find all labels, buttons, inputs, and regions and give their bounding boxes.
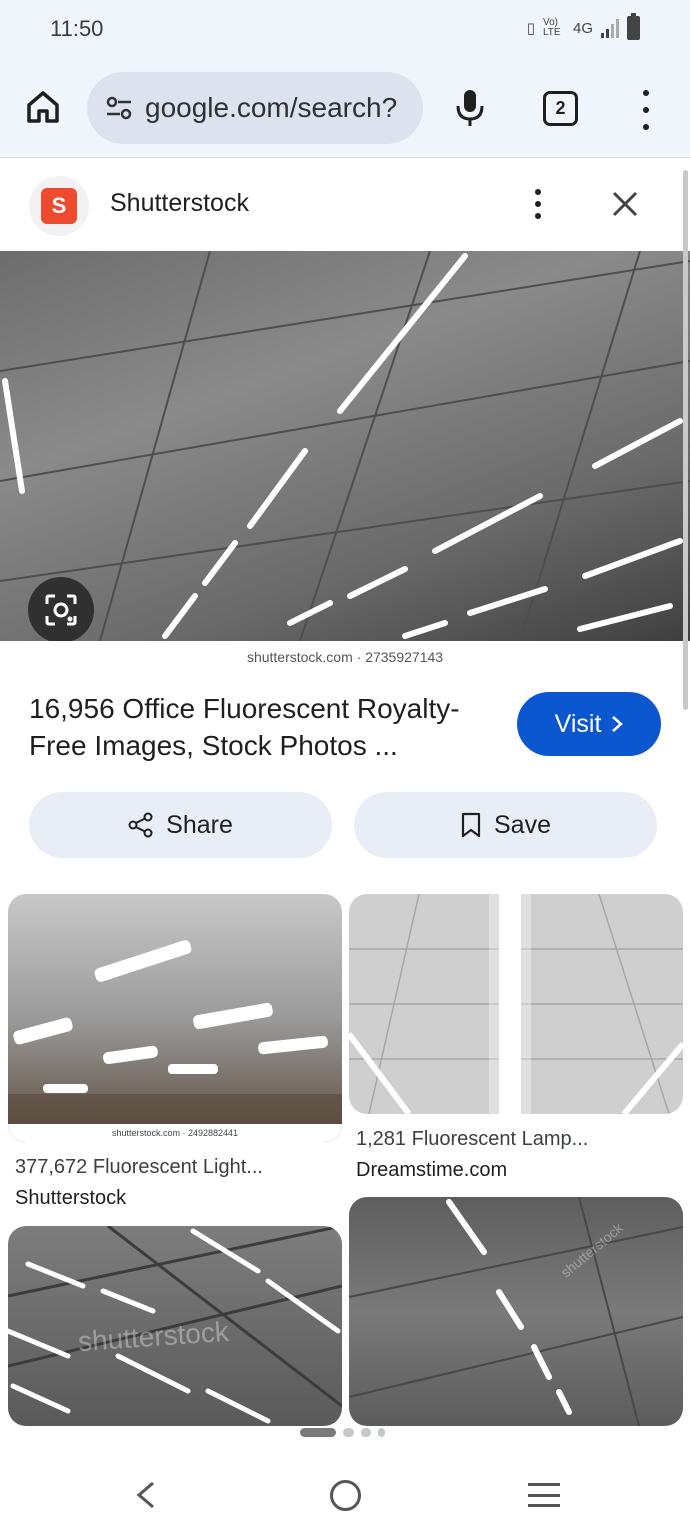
scrollbar[interactable] <box>683 170 688 710</box>
related-card[interactable]: shutterstock.com · 2492882441 377,672 Fl… <box>8 894 342 1210</box>
address-bar[interactable]: google.com/search? <box>87 72 423 144</box>
pager-dot <box>343 1428 354 1437</box>
pager-dot <box>361 1428 371 1437</box>
related-title[interactable]: 1,281 Fluorescent Lamp... <box>356 1128 683 1151</box>
recents-icon[interactable] <box>528 1483 560 1507</box>
save-label: Save <box>494 810 551 839</box>
visit-label: Visit <box>554 709 602 738</box>
signal-icon <box>601 18 619 38</box>
share-label: Share <box>166 810 233 839</box>
save-button[interactable]: Save <box>354 792 657 858</box>
tab-switcher-button[interactable]: 2 <box>543 91 578 126</box>
lens-icon <box>45 594 77 626</box>
source-header: S Shutterstock <box>0 159 690 251</box>
source-name[interactable]: Shutterstock <box>110 189 249 218</box>
share-button[interactable]: Share <box>29 792 332 858</box>
related-thumbnail[interactable]: shutterstock <box>8 1226 342 1426</box>
close-icon[interactable] <box>610 189 640 219</box>
shutterstock-logo-icon: S <box>41 188 77 224</box>
source-logo[interactable]: S <box>29 176 89 236</box>
source-more-icon[interactable] <box>535 189 541 219</box>
related-source: Shutterstock <box>15 1187 127 1209</box>
status-time: 11:50 <box>50 16 104 41</box>
related-title[interactable]: 377,672 Fluorescent Light... <box>15 1156 342 1179</box>
battery-icon <box>627 13 640 40</box>
back-icon[interactable] <box>133 1480 159 1510</box>
more-vert-icon[interactable] <box>636 90 656 130</box>
related-thumbnail[interactable]: shutterstock.com · 2492882441 <box>8 894 342 1142</box>
status-bar: 11:50 ▯ Vo) LTE 4G <box>0 0 690 60</box>
chevron-right-icon <box>612 716 624 732</box>
lens-search-button[interactable] <box>28 577 94 643</box>
url-text[interactable]: google.com/search? <box>145 92 415 124</box>
share-icon <box>128 812 153 838</box>
mic-icon[interactable] <box>454 88 486 128</box>
pager-dot-active <box>300 1428 336 1437</box>
ceiling-lights-illustration <box>0 251 690 641</box>
related-thumb-caption: shutterstock.com · 2492882441 <box>8 1124 342 1142</box>
related-card[interactable]: shutterstock <box>349 1197 683 1426</box>
bookmark-icon <box>461 812 481 838</box>
result-title[interactable]: 16,956 Office Fluorescent Royalty-Free I… <box>29 690 499 764</box>
main-image[interactable] <box>0 251 690 641</box>
browser-toolbar: google.com/search? 2 <box>0 60 690 158</box>
visit-button[interactable]: Visit <box>517 692 661 756</box>
network-indicator: 4G <box>572 19 593 37</box>
image-caption-text: shutterstock.com · 2735927143 <box>246 649 444 665</box>
site-settings-icon[interactable] <box>105 94 133 122</box>
system-nav-bar <box>0 1445 690 1533</box>
related-card[interactable]: 1,281 Fluorescent Lamp... Dreamstime.com <box>349 894 683 1182</box>
related-source: Dreamstime.com <box>356 1159 508 1181</box>
volte-indicator: Vo) LTE <box>542 17 561 38</box>
home-circle-icon[interactable] <box>330 1480 361 1511</box>
status-icons: ▯ Vo) LTE 4G <box>526 13 640 40</box>
carousel-pager <box>300 1428 385 1437</box>
home-icon[interactable] <box>24 88 62 126</box>
related-thumbnail[interactable]: shutterstock <box>349 1197 683 1426</box>
related-card[interactable]: shutterstock <box>8 1226 342 1426</box>
related-thumbnail[interactable] <box>349 894 683 1114</box>
related-image-1 <box>8 940 342 1142</box>
related-image-4 <box>349 1197 683 1426</box>
image-caption: shutterstock.com · 2735927143 <box>0 641 690 673</box>
pager-dot <box>378 1428 385 1437</box>
related-image-2 <box>349 894 683 1114</box>
vibrate-icon: ▯ <box>526 20 535 37</box>
